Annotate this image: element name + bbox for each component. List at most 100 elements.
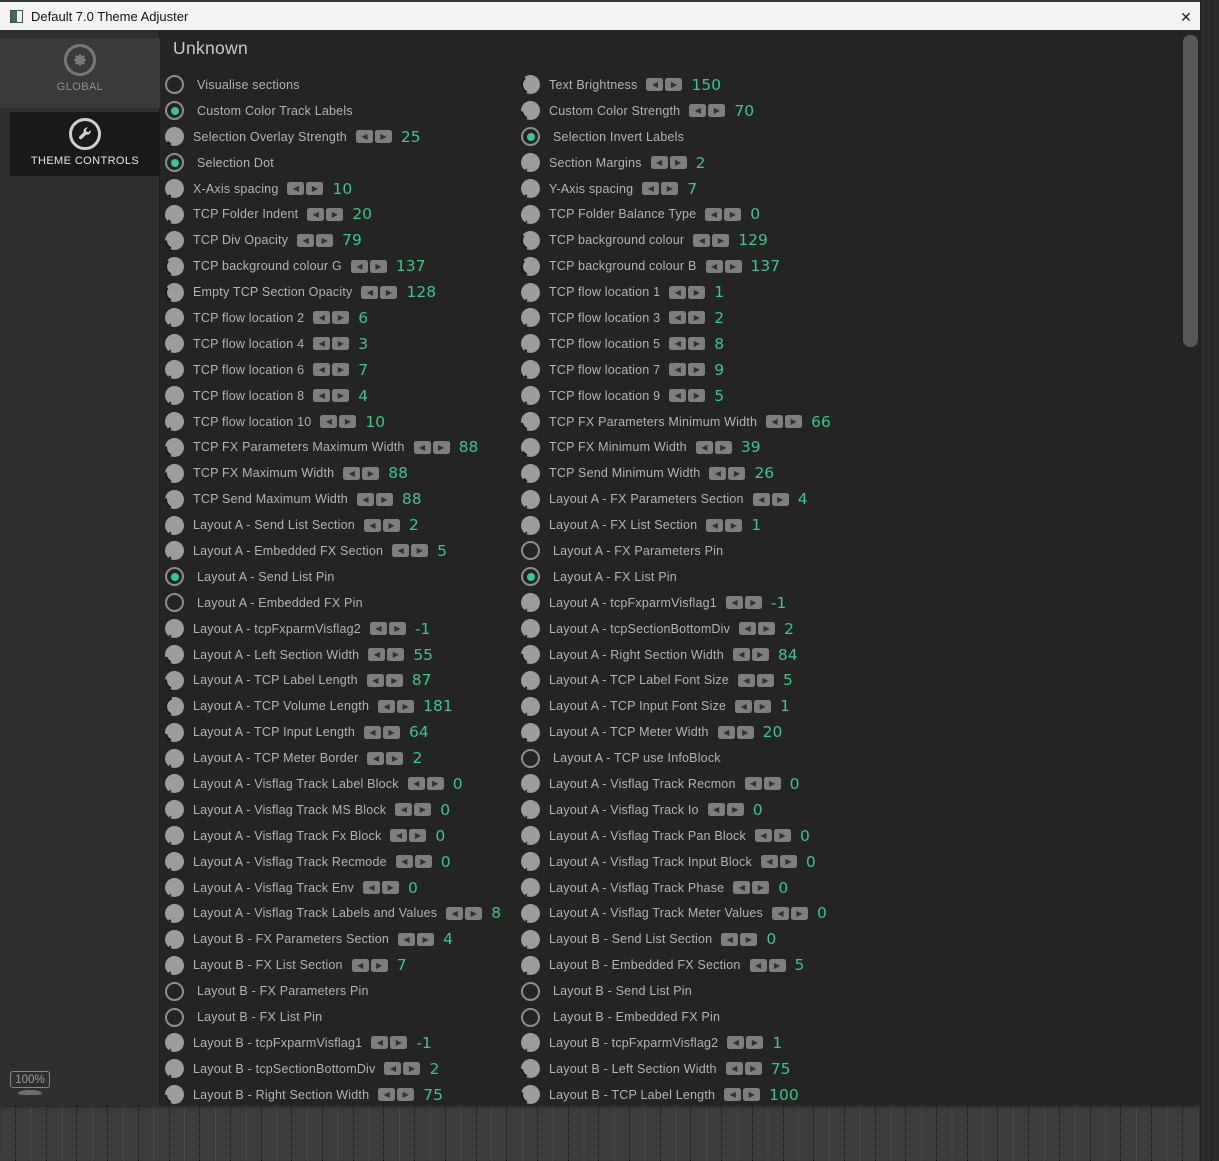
step-down-icon[interactable]: ◀ bbox=[366, 673, 384, 687]
step-up-icon[interactable]: ▶ bbox=[332, 389, 350, 403]
step-up-icon[interactable]: ▶ bbox=[688, 285, 706, 299]
knob-y-axis-spacing[interactable] bbox=[521, 179, 540, 198]
step-down-icon[interactable]: ◀ bbox=[744, 777, 762, 791]
step-down-icon[interactable]: ◀ bbox=[364, 725, 381, 739]
step-down-icon[interactable]: ◀ bbox=[367, 751, 385, 765]
toggle-layout-b-send-list-pin[interactable] bbox=[521, 981, 540, 1001]
step-down-icon[interactable]: ◀ bbox=[706, 518, 724, 532]
knob-layout-a-visflag-track-phase[interactable] bbox=[521, 878, 540, 898]
step-up-icon[interactable]: ▶ bbox=[785, 415, 803, 429]
step-down-icon[interactable]: ◀ bbox=[725, 596, 743, 610]
knob-layout-a-tcp-label-length[interactable] bbox=[165, 670, 184, 690]
knob-tcp-send-minimum-width[interactable] bbox=[521, 463, 540, 483]
knob-tcp-flow-location-2[interactable] bbox=[165, 308, 184, 328]
step-down-icon[interactable]: ◀ bbox=[313, 337, 331, 351]
knob-layout-a-tcp-volume-length[interactable] bbox=[165, 696, 184, 716]
step-up-icon[interactable]: ▶ bbox=[758, 622, 776, 636]
step-up-icon[interactable]: ▶ bbox=[712, 233, 730, 247]
knob-tcp-folder-balance-type[interactable] bbox=[521, 204, 540, 224]
step-down-icon[interactable]: ◀ bbox=[313, 311, 331, 325]
step-up-icon[interactable]: ▶ bbox=[411, 544, 429, 558]
step-up-icon[interactable]: ▶ bbox=[339, 415, 357, 429]
step-up-icon[interactable]: ▶ bbox=[390, 1036, 408, 1050]
step-up-icon[interactable]: ▶ bbox=[375, 492, 393, 506]
step-up-icon[interactable]: ▶ bbox=[779, 855, 797, 869]
step-up-icon[interactable]: ▶ bbox=[374, 130, 392, 144]
knob-tcp-fx-parameters-maximum-width[interactable] bbox=[165, 437, 184, 457]
knob-layout-a-visflag-track-ms-block[interactable] bbox=[165, 800, 184, 820]
step-up-icon[interactable]: ▶ bbox=[754, 699, 772, 713]
step-up-icon[interactable]: ▶ bbox=[388, 622, 406, 636]
step-down-icon[interactable]: ◀ bbox=[737, 673, 755, 687]
step-up-icon[interactable]: ▶ bbox=[752, 881, 770, 895]
step-down-icon[interactable]: ◀ bbox=[717, 725, 735, 739]
toggle-selection-invert-labels[interactable] bbox=[521, 127, 540, 147]
step-up-icon[interactable]: ▶ bbox=[688, 337, 706, 351]
step-up-icon[interactable]: ▶ bbox=[403, 1062, 421, 1076]
step-down-icon[interactable]: ◀ bbox=[727, 1036, 745, 1050]
step-up-icon[interactable]: ▶ bbox=[756, 673, 774, 687]
step-down-icon[interactable]: ◀ bbox=[356, 492, 374, 506]
step-up-icon[interactable]: ▶ bbox=[726, 803, 744, 817]
step-down-icon[interactable]: ◀ bbox=[313, 389, 331, 403]
step-up-icon[interactable]: ▶ bbox=[387, 648, 405, 662]
step-up-icon[interactable]: ▶ bbox=[688, 363, 706, 377]
step-down-icon[interactable]: ◀ bbox=[297, 233, 315, 247]
step-up-icon[interactable]: ▶ bbox=[744, 1062, 762, 1076]
step-down-icon[interactable]: ◀ bbox=[313, 363, 331, 377]
step-down-icon[interactable]: ◀ bbox=[721, 932, 739, 946]
step-down-icon[interactable]: ◀ bbox=[392, 544, 410, 558]
step-up-icon[interactable]: ▶ bbox=[743, 1088, 761, 1102]
step-up-icon[interactable]: ▶ bbox=[714, 440, 732, 454]
knob-layout-b-fx-list-section[interactable] bbox=[165, 955, 184, 975]
step-down-icon[interactable]: ◀ bbox=[384, 1062, 402, 1076]
step-up-icon[interactable]: ▶ bbox=[414, 803, 432, 817]
step-down-icon[interactable]: ◀ bbox=[287, 182, 305, 195]
step-down-icon[interactable]: ◀ bbox=[772, 906, 789, 920]
step-up-icon[interactable]: ▶ bbox=[791, 906, 808, 920]
step-up-icon[interactable]: ▶ bbox=[763, 777, 781, 791]
knob-layout-b-right-section-width[interactable] bbox=[165, 1085, 184, 1105]
step-up-icon[interactable]: ▶ bbox=[744, 596, 762, 610]
step-down-icon[interactable]: ◀ bbox=[371, 1036, 389, 1050]
step-down-icon[interactable]: ◀ bbox=[709, 466, 727, 480]
knob-layout-a-visflag-track-pan-block[interactable] bbox=[521, 826, 540, 846]
close-icon[interactable]: ✕ bbox=[1172, 2, 1200, 32]
knob-tcp-fx-parameters-minimum-width[interactable] bbox=[521, 412, 540, 432]
knob-layout-b-tcpfxparmvisflag2[interactable] bbox=[521, 1033, 540, 1053]
step-up-icon[interactable]: ▶ bbox=[397, 1088, 415, 1102]
knob-tcp-flow-location-10[interactable] bbox=[165, 412, 184, 432]
step-up-icon[interactable]: ▶ bbox=[383, 725, 400, 739]
step-down-icon[interactable]: ◀ bbox=[760, 855, 778, 869]
step-up-icon[interactable]: ▶ bbox=[369, 259, 387, 273]
step-up-icon[interactable]: ▶ bbox=[426, 777, 444, 791]
vertical-scrollbar[interactable] bbox=[1181, 30, 1200, 1105]
toggle-selection-dot[interactable] bbox=[165, 153, 184, 173]
step-down-icon[interactable]: ◀ bbox=[343, 466, 361, 480]
step-down-icon[interactable]: ◀ bbox=[398, 932, 416, 946]
knob-layout-a-visflag-track-meter-values[interactable] bbox=[521, 903, 540, 923]
step-down-icon[interactable]: ◀ bbox=[693, 233, 711, 247]
knob-layout-b-tcpfxparmvisflag1[interactable] bbox=[165, 1033, 184, 1053]
step-down-icon[interactable]: ◀ bbox=[705, 207, 723, 221]
step-down-icon[interactable]: ◀ bbox=[642, 182, 660, 195]
step-up-icon[interactable]: ▶ bbox=[432, 440, 450, 454]
step-down-icon[interactable]: ◀ bbox=[754, 829, 772, 843]
step-down-icon[interactable]: ◀ bbox=[752, 492, 770, 506]
toggle-layout-a-send-list-pin[interactable] bbox=[165, 567, 184, 587]
step-up-icon[interactable]: ▶ bbox=[708, 104, 726, 118]
step-up-icon[interactable]: ▶ bbox=[386, 751, 404, 765]
knob-tcp-fx-maximum-width[interactable] bbox=[165, 463, 184, 483]
knob-layout-a-visflag-track-input-block[interactable] bbox=[521, 852, 540, 872]
knob-empty-tcp-section-opacity[interactable] bbox=[165, 282, 184, 302]
knob-tcp-flow-location-6[interactable] bbox=[165, 360, 184, 380]
step-down-icon[interactable]: ◀ bbox=[725, 1062, 743, 1076]
knob-layout-a-fx-parameters-section[interactable] bbox=[521, 489, 540, 509]
step-up-icon[interactable]: ▶ bbox=[306, 182, 324, 195]
step-up-icon[interactable]: ▶ bbox=[688, 389, 706, 403]
knob-layout-b-embedded-fx-section[interactable] bbox=[521, 955, 540, 975]
toggle-layout-a-fx-parameters-pin[interactable] bbox=[521, 541, 540, 561]
knob-layout-a-tcp-meter-width[interactable] bbox=[521, 722, 540, 742]
step-down-icon[interactable]: ◀ bbox=[669, 311, 687, 325]
toggle-custom-color-track-labels[interactable] bbox=[165, 101, 184, 121]
